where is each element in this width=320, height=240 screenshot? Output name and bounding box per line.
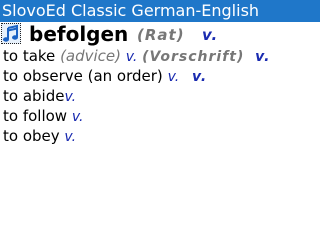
music-note-icon[interactable] bbox=[1, 23, 21, 44]
sense-line-1: to take (advice) v. (Vorschrift) v. bbox=[3, 46, 270, 67]
sense-line-2: to observe (an order) v. v. bbox=[3, 66, 207, 87]
part-of-speech: v. bbox=[167, 69, 180, 85]
headword-usage-label: (Rat) bbox=[137, 26, 185, 44]
headword-row: befolgen (Rat) v. bbox=[0, 22, 320, 46]
dictionary-entry: befolgen (Rat) v. to take (advice) v. (V… bbox=[0, 22, 320, 240]
sense-line-3: to abidev. bbox=[3, 86, 76, 107]
app-title: SlovoEd Classic German-English bbox=[2, 1, 260, 20]
part-of-speech: v. bbox=[71, 109, 84, 125]
headword: befolgen bbox=[29, 22, 129, 46]
translation[interactable]: to obey bbox=[3, 127, 60, 145]
part-of-speech: v. bbox=[64, 129, 77, 145]
usage-label: (Vorschrift) bbox=[142, 49, 245, 65]
translation[interactable]: to take bbox=[3, 47, 55, 65]
sense-line-4: to follow v. bbox=[3, 106, 83, 127]
part-of-speech: v. bbox=[125, 49, 138, 65]
part-of-speech: v. bbox=[191, 69, 208, 85]
part-of-speech: v. bbox=[255, 49, 271, 65]
title-bar: SlovoEd Classic German-English bbox=[0, 0, 320, 22]
sense-line-5: to obey v. bbox=[3, 126, 76, 147]
part-of-speech: v. bbox=[64, 89, 77, 105]
translation[interactable]: to follow bbox=[3, 107, 67, 125]
translation-note: (advice) bbox=[60, 47, 121, 65]
headword-part-of-speech: v. bbox=[202, 26, 219, 44]
translation[interactable]: to observe (an order) bbox=[3, 67, 163, 85]
translation[interactable]: to abide bbox=[3, 87, 64, 105]
